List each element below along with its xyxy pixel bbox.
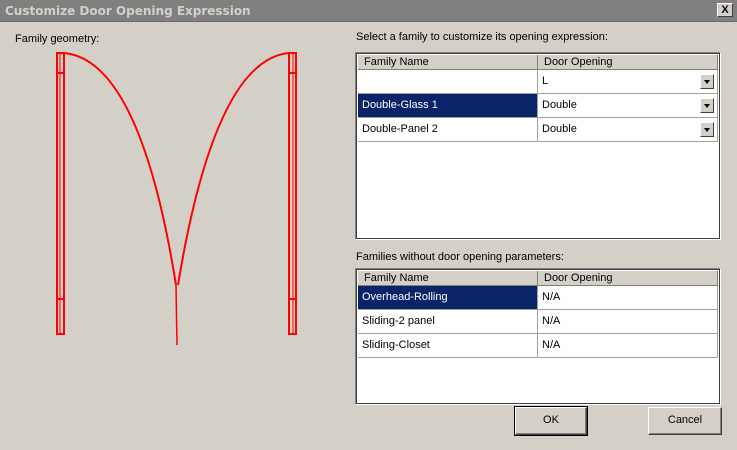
no-params-label: Families without door opening parameters… xyxy=(356,251,564,263)
families-grid-header: Family Name Door Opening xyxy=(358,55,718,70)
table-row[interactable]: Double-Panel 2 Double xyxy=(358,118,718,142)
door-opening-select[interactable]: Double xyxy=(538,94,718,118)
table-row[interactable]: Sliding-Closet N/A xyxy=(358,334,718,358)
family-name-cell[interactable]: Double-Glass 1 xyxy=(358,94,538,118)
chevron-down-icon[interactable] xyxy=(700,74,714,89)
column-header-family-name[interactable]: Family Name xyxy=(358,55,538,70)
column-header-door-opening[interactable]: Door Opening xyxy=(538,55,718,70)
column-header-door-opening[interactable]: Door Opening xyxy=(538,271,718,286)
ok-button[interactable]: OK xyxy=(514,406,588,436)
chevron-down-icon[interactable] xyxy=(700,98,714,113)
door-opening-value: L xyxy=(542,75,549,87)
cancel-button[interactable]: Cancel xyxy=(648,407,722,435)
door-opening-value: Double xyxy=(542,123,577,135)
family-name-cell[interactable] xyxy=(358,70,538,94)
left-swing-arc xyxy=(63,52,177,286)
door-opening-value: Double xyxy=(542,99,577,111)
family-name-cell[interactable]: Sliding-Closet xyxy=(358,334,538,358)
window-title: Customize Door Opening Expression xyxy=(5,4,251,18)
table-row[interactable]: Overhead-Rolling N/A xyxy=(358,286,718,310)
no-params-grid[interactable]: Family Name Door Opening Overhead-Rollin… xyxy=(355,268,721,405)
geometry-label: Family geometry: xyxy=(15,33,100,45)
title-bar[interactable]: Customize Door Opening Expression X xyxy=(0,0,737,22)
door-opening-cell: N/A xyxy=(538,310,718,334)
table-row[interactable]: L xyxy=(358,70,718,94)
door-opening-cell: N/A xyxy=(538,334,718,358)
chevron-down-icon[interactable] xyxy=(700,122,714,137)
right-swing-arc xyxy=(177,52,290,286)
no-params-grid-header: Family Name Door Opening xyxy=(358,271,718,286)
family-name-cell[interactable]: Overhead-Rolling xyxy=(358,286,538,310)
close-icon: X xyxy=(721,4,729,16)
family-name-cell[interactable]: Sliding-2 panel xyxy=(358,310,538,334)
close-button[interactable]: X xyxy=(717,3,733,17)
families-grid[interactable]: Family Name Door Opening L Double-Glass … xyxy=(355,52,721,240)
families-label: Select a family to customize its opening… xyxy=(356,31,608,43)
family-name-cell[interactable]: Double-Panel 2 xyxy=(358,118,538,142)
column-header-family-name[interactable]: Family Name xyxy=(358,271,538,286)
door-opening-select[interactable]: Double xyxy=(538,118,718,142)
door-opening-select[interactable]: L xyxy=(538,70,718,94)
door-centerline xyxy=(175,284,178,346)
table-row[interactable]: Double-Glass 1 Double xyxy=(358,94,718,118)
door-geometry-preview xyxy=(56,52,297,346)
door-opening-cell: N/A xyxy=(538,286,718,310)
table-row[interactable]: Sliding-2 panel N/A xyxy=(358,310,718,334)
